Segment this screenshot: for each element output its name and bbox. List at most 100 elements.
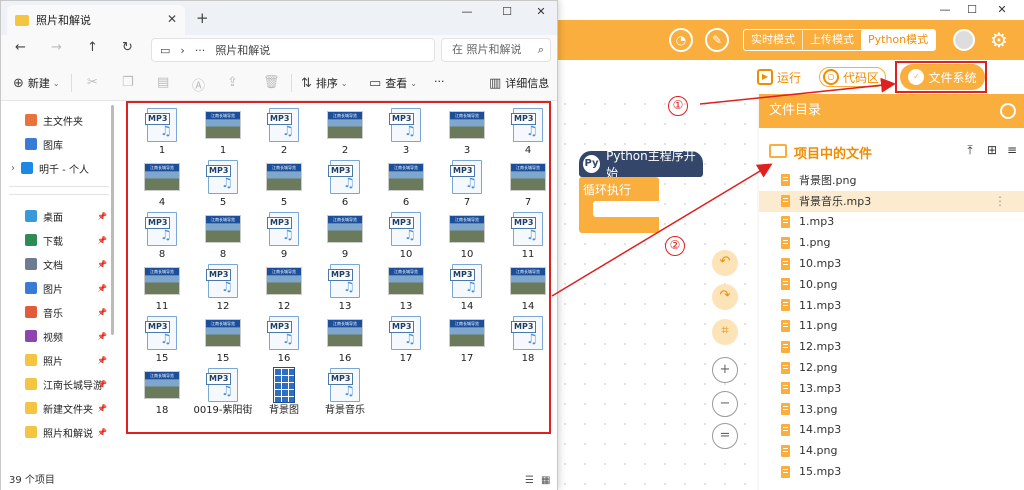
details-view-icon[interactable]: ☰ (525, 475, 536, 486)
project-file-item[interactable]: 12.png (759, 357, 1024, 378)
nav-item[interactable]: 照片和解说 📌 (1, 422, 113, 442)
block-workspace[interactable]: Py Python主程序开始 循环执行 ↶ ↷ ⌗ + − = (555, 94, 757, 490)
file-icon (781, 319, 790, 332)
project-file-item[interactable]: 11.png (759, 316, 1024, 337)
nav-item[interactable]: 视频 📌 (1, 326, 113, 346)
share-button[interactable]: ⇪ (227, 75, 242, 90)
mode-realtime[interactable]: 实时模式 (744, 30, 802, 50)
view-button[interactable]: ▭ 查看 ⌄ (369, 75, 417, 91)
nav-item[interactable]: › 明千 - 个人 (1, 158, 113, 178)
pin-icon[interactable]: 📌 (97, 356, 107, 365)
nav-item[interactable]: 江南长城导游 📌 (1, 374, 113, 394)
pin-icon[interactable]: 📌 (97, 236, 107, 245)
app-close-button[interactable]: ✕ (990, 2, 1014, 18)
more-options-icon[interactable]: ⋮ (994, 194, 1006, 208)
refresh-icon[interactable] (1000, 103, 1016, 119)
explorer-maximize-button[interactable]: ☐ (493, 5, 521, 21)
pin-icon[interactable]: 📌 (97, 404, 107, 413)
navigation-scrollbar[interactable] (111, 105, 114, 335)
search-input[interactable]: 在 照片和解说 ⌕ (441, 38, 551, 62)
pin-icon[interactable]: 📌 (97, 332, 107, 341)
new-button[interactable]: ⊕ 新建 ⌄ (13, 75, 60, 91)
pin-icon[interactable]: 📌 (97, 260, 107, 269)
details-button[interactable]: ▥ 详细信息 (489, 75, 549, 91)
cut-button[interactable]: ✂ (87, 75, 102, 90)
code-area-button[interactable]: ○ 代码区 (819, 67, 887, 87)
project-file-item[interactable]: 13.mp3 (759, 378, 1024, 399)
forever-loop-block[interactable]: 循环执行 (579, 177, 659, 233)
project-file-item[interactable]: 14.png (759, 440, 1024, 461)
python-main-start-block[interactable]: Py Python主程序开始 (579, 149, 703, 180)
delete-button[interactable]: 🗑 (263, 75, 284, 90)
nav-item[interactable]: 图库 (1, 134, 113, 154)
pin-icon[interactable]: 📌 (97, 212, 107, 221)
project-file-item[interactable]: 12.mp3 (759, 336, 1024, 357)
more-button[interactable]: ··· (434, 75, 445, 88)
nav-item[interactable]: 新建文件夹 📌 (1, 398, 113, 418)
project-file-item[interactable]: 10.png (759, 274, 1024, 295)
explorer-close-button[interactable]: ✕ (527, 5, 555, 21)
refresh-button[interactable]: ↻ (122, 40, 133, 55)
project-file-item[interactable]: 1.png (759, 232, 1024, 253)
file-icon (781, 257, 790, 270)
nav-item[interactable]: 音乐 📌 (1, 302, 113, 322)
pin-icon[interactable]: 📌 (97, 308, 107, 317)
edit-icon[interactable]: ✎ (705, 28, 729, 52)
zoom-in-icon[interactable]: + (712, 357, 738, 383)
app-maximize-button[interactable]: ☐ (960, 2, 984, 18)
close-tab-icon[interactable]: ✕ (167, 12, 177, 26)
explorer-tab[interactable]: 照片和解说 ✕ (7, 5, 185, 35)
project-file-item[interactable]: 背景音乐.mp3 ⋮ (759, 190, 1024, 212)
step-badge-1: ① (668, 96, 688, 116)
up-button[interactable]: ↑ (87, 40, 98, 55)
project-file-item[interactable]: 14.mp3 (759, 420, 1024, 441)
thumbnail-view-icon[interactable]: ▦ (541, 475, 552, 486)
zoom-out-icon[interactable]: − (712, 391, 738, 417)
avatar[interactable] (953, 29, 975, 51)
sort-label: 排序 (315, 77, 338, 90)
rename-button[interactable]: Ⓐ (192, 75, 209, 94)
explorer-minimize-button[interactable]: — (453, 5, 481, 21)
project-file-item[interactable]: 背景图.png (759, 170, 1024, 191)
upload-icon[interactable]: ⤒ (963, 143, 977, 159)
nav-item[interactable]: 主文件夹 (1, 110, 113, 130)
pin-icon[interactable]: 📌 (97, 284, 107, 293)
forward-button[interactable]: → (51, 40, 62, 55)
new-file-icon[interactable]: ⊞ (985, 143, 999, 159)
address-ellipsis[interactable]: ··· (195, 44, 206, 57)
app-minimize-button[interactable]: — (933, 2, 957, 18)
sort-button[interactable]: ⇅ 排序 ⌄ (301, 75, 348, 91)
crop-icon[interactable]: ⌗ (712, 319, 738, 345)
undo-icon[interactable]: ↶ (712, 250, 738, 276)
new-tab-button[interactable]: + (196, 9, 209, 27)
mode-upload[interactable]: 上传模式 (802, 30, 861, 50)
run-button[interactable]: ▶ 运行 (757, 67, 801, 87)
paste-button[interactable]: ▤ (157, 75, 173, 90)
nav-item[interactable]: 下载 📌 (1, 230, 113, 250)
copy-button[interactable]: ❐ (122, 75, 138, 90)
item-count: 39 个项目 (9, 475, 55, 486)
home-icon (25, 114, 37, 126)
chevron-right-icon[interactable]: › (11, 163, 15, 174)
scissors-icon: ✂ (87, 75, 98, 90)
back-button[interactable]: ← (15, 40, 26, 55)
app-titlebar: — ☐ ✕ (555, 0, 1024, 20)
pin-icon[interactable]: 📌 (97, 380, 107, 389)
pin-icon[interactable]: 📌 (97, 428, 107, 437)
zoom-reset-icon[interactable]: = (712, 423, 738, 449)
nav-item[interactable]: 桌面 📌 (1, 206, 113, 226)
address-bar[interactable]: ▭ › ··· 照片和解说 (151, 38, 435, 62)
project-file-item[interactable]: 10.mp3 (759, 253, 1024, 274)
menu-icon[interactable]: ≡ (1005, 143, 1019, 159)
nav-item[interactable]: 照片 📌 (1, 350, 113, 370)
project-file-item[interactable]: 13.png (759, 399, 1024, 420)
nav-item[interactable]: 文档 📌 (1, 254, 113, 274)
redo-icon[interactable]: ↷ (712, 284, 738, 310)
dashboard-icon[interactable]: ◔ (669, 28, 693, 52)
project-file-item[interactable]: 11.mp3 (759, 295, 1024, 316)
mode-python[interactable]: Python模式 (861, 30, 936, 50)
project-file-item[interactable]: 1.mp3 (759, 212, 1024, 233)
gear-icon[interactable]: ⚙ (987, 28, 1011, 52)
project-file-item[interactable]: 15.mp3 (759, 461, 1024, 482)
nav-item[interactable]: 图片 📌 (1, 278, 113, 298)
